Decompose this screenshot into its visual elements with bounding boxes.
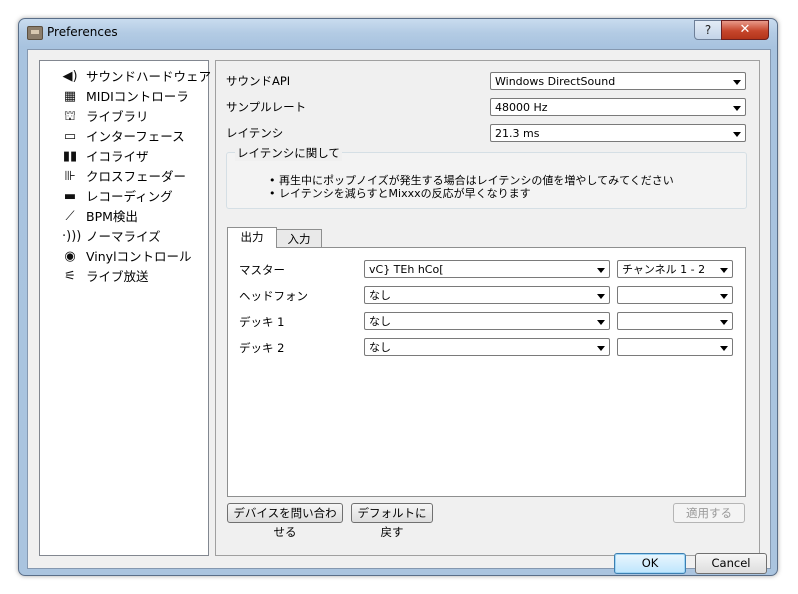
vinyl-icon: ◉ bbox=[64, 249, 76, 264]
sidebar-item-label: サウンドハードウェア bbox=[86, 69, 212, 84]
master-channel-value: チャンネル 1 - 2 bbox=[622, 263, 706, 276]
sidebar-item-library[interactable]: ⛫ ライブラリ bbox=[62, 107, 208, 126]
tab-output[interactable]: 出力 bbox=[227, 227, 277, 248]
chevron-down-icon bbox=[733, 80, 741, 85]
sidebar-item-bpm-detection[interactable]: ⟋ BPM検出 bbox=[62, 207, 208, 226]
chevron-down-icon bbox=[733, 132, 741, 137]
chevron-down-icon bbox=[720, 268, 728, 273]
library-icon: ⛫ bbox=[64, 109, 76, 124]
chevron-down-icon bbox=[597, 268, 605, 273]
sidebar-item-live-broadcast[interactable]: ⚟ ライブ放送 bbox=[62, 267, 208, 286]
sample-rate-value: 48000 Hz bbox=[495, 101, 548, 114]
bpm-icon: ⟋ bbox=[65, 209, 75, 224]
reset-defaults-button[interactable]: デフォルトに戻す bbox=[351, 503, 433, 539]
sample-rate-select[interactable]: 48000 Hz bbox=[490, 98, 746, 116]
deck1-device-select[interactable]: なし bbox=[364, 312, 610, 330]
master-device-value: vC} TEh hCo[ bbox=[369, 263, 444, 276]
headphones-label: ヘッドフォン bbox=[239, 289, 308, 303]
master-device-select[interactable]: vC} TEh hCo[ bbox=[364, 260, 610, 278]
master-channel-select[interactable]: チャンネル 1 - 2 bbox=[617, 260, 733, 278]
latency-label: レイテンシ bbox=[226, 126, 284, 140]
crossfader-icon: ⊪ bbox=[64, 169, 76, 184]
latency-info-group: レイテンシに関して • 再生中にポップノイズが発生する場合はレイテンシの値を増や… bbox=[226, 145, 747, 209]
sound-api-select[interactable]: Windows DirectSound bbox=[490, 72, 746, 90]
preferences-window: Preferences ? ✕ ◀) サウンドハードウェア ▦ MIDIコントロ… bbox=[18, 18, 778, 576]
sidebar-item-label: MIDIコントローラ bbox=[86, 89, 189, 104]
sidebar-item-recording[interactable]: ▬ レコーディング bbox=[62, 187, 208, 206]
master-label: マスター bbox=[239, 263, 285, 277]
midi-controller-icon: ▦ bbox=[63, 89, 77, 104]
sound-api-label: サウンドAPI bbox=[226, 74, 291, 88]
window-title: Preferences bbox=[47, 25, 118, 39]
deck1-label: デッキ 1 bbox=[239, 315, 285, 329]
recording-icon: ▬ bbox=[63, 189, 77, 204]
headphones-device-select[interactable]: なし bbox=[364, 286, 610, 304]
latency-select[interactable]: 21.3 ms bbox=[490, 124, 746, 142]
monitor-icon: ▭ bbox=[63, 129, 77, 144]
chevron-down-icon bbox=[720, 294, 728, 299]
latency-info-title: レイテンシに関して bbox=[235, 145, 342, 161]
sample-rate-label: サンプルレート bbox=[226, 100, 307, 114]
tab-input[interactable]: 入力 bbox=[276, 229, 322, 248]
chevron-down-icon bbox=[720, 320, 728, 325]
speaker-icon: ◀) bbox=[62, 69, 78, 84]
query-devices-button[interactable]: デバイスを問い合わせる bbox=[227, 503, 343, 539]
sidebar-item-normalize[interactable]: ·))) ノーマライズ bbox=[62, 227, 208, 246]
sidebar-item-sound-hardware[interactable]: ◀) サウンドハードウェア bbox=[62, 67, 212, 86]
title-bar[interactable]: Preferences ? ✕ bbox=[19, 19, 777, 47]
sidebar-item-label: レコーディング bbox=[86, 189, 173, 204]
apply-button[interactable]: 適用する bbox=[673, 503, 745, 523]
sidebar-item-label: クロスフェーダー bbox=[86, 169, 187, 184]
sidebar-item-crossfader[interactable]: ⊪ クロスフェーダー bbox=[62, 167, 208, 186]
chevron-down-icon bbox=[597, 294, 605, 299]
headphones-channel-select[interactable] bbox=[617, 286, 733, 304]
sidebar-item-label: インターフェース bbox=[86, 129, 185, 144]
latency-value: 21.3 ms bbox=[495, 127, 540, 140]
dialog-body: ◀) サウンドハードウェア ▦ MIDIコントローラ ⛫ ライブラリ ▭ インタ… bbox=[27, 49, 771, 574]
equalizer-icon: ▮▮ bbox=[62, 149, 78, 164]
sidebar-item-label: ライブラリ bbox=[86, 109, 149, 124]
chevron-down-icon bbox=[597, 346, 605, 351]
help-button[interactable]: ? bbox=[694, 20, 722, 40]
deck2-device-select[interactable]: なし bbox=[364, 338, 610, 356]
sidebar-item-interface[interactable]: ▭ インターフェース bbox=[62, 127, 208, 146]
sidebar-item-label: ライブ放送 bbox=[86, 269, 149, 284]
sidebar-item-vinyl-control[interactable]: ◉ Vinylコントロール bbox=[62, 247, 208, 266]
cancel-button[interactable]: Cancel bbox=[695, 553, 767, 574]
headphones-device-value: なし bbox=[369, 289, 391, 302]
sound-api-value: Windows DirectSound bbox=[495, 75, 616, 88]
deck2-label: デッキ 2 bbox=[239, 341, 285, 355]
preferences-sidebar: ◀) サウンドハードウェア ▦ MIDIコントローラ ⛫ ライブラリ ▭ インタ… bbox=[39, 60, 212, 556]
sidebar-item-equalizer[interactable]: ▮▮ イコライザ bbox=[62, 147, 208, 166]
chevron-down-icon bbox=[597, 320, 605, 325]
sound-hardware-panel: サウンドAPI Windows DirectSound サンプルレート 4800… bbox=[215, 60, 760, 556]
chevron-down-icon bbox=[733, 106, 741, 111]
sidebar-item-label: イコライザ bbox=[86, 149, 149, 164]
sidebar-item-label: ノーマライズ bbox=[86, 229, 161, 244]
output-tab-pane: マスター vC} TEh hCo[ チャンネル 1 - 2 ヘッドフォン なし … bbox=[227, 247, 746, 497]
deck2-channel-select[interactable] bbox=[617, 338, 733, 356]
latency-info-line: • レイテンシを減らすとMixxxの反応が早くなります bbox=[269, 187, 531, 200]
sidebar-item-label: Vinylコントロール bbox=[86, 249, 192, 264]
chevron-down-icon bbox=[720, 346, 728, 351]
normalize-icon: ·))) bbox=[62, 229, 82, 244]
sidebar-item-midi-controller[interactable]: ▦ MIDIコントローラ bbox=[62, 87, 208, 106]
app-icon bbox=[27, 26, 43, 40]
deck1-device-value: なし bbox=[369, 315, 391, 328]
ok-button[interactable]: OK bbox=[614, 553, 686, 574]
deck2-device-value: なし bbox=[369, 341, 391, 354]
deck1-channel-select[interactable] bbox=[617, 312, 733, 330]
sidebar-item-label: BPM検出 bbox=[86, 209, 138, 224]
broadcast-icon: ⚟ bbox=[64, 269, 76, 284]
close-button[interactable]: ✕ bbox=[721, 20, 769, 40]
